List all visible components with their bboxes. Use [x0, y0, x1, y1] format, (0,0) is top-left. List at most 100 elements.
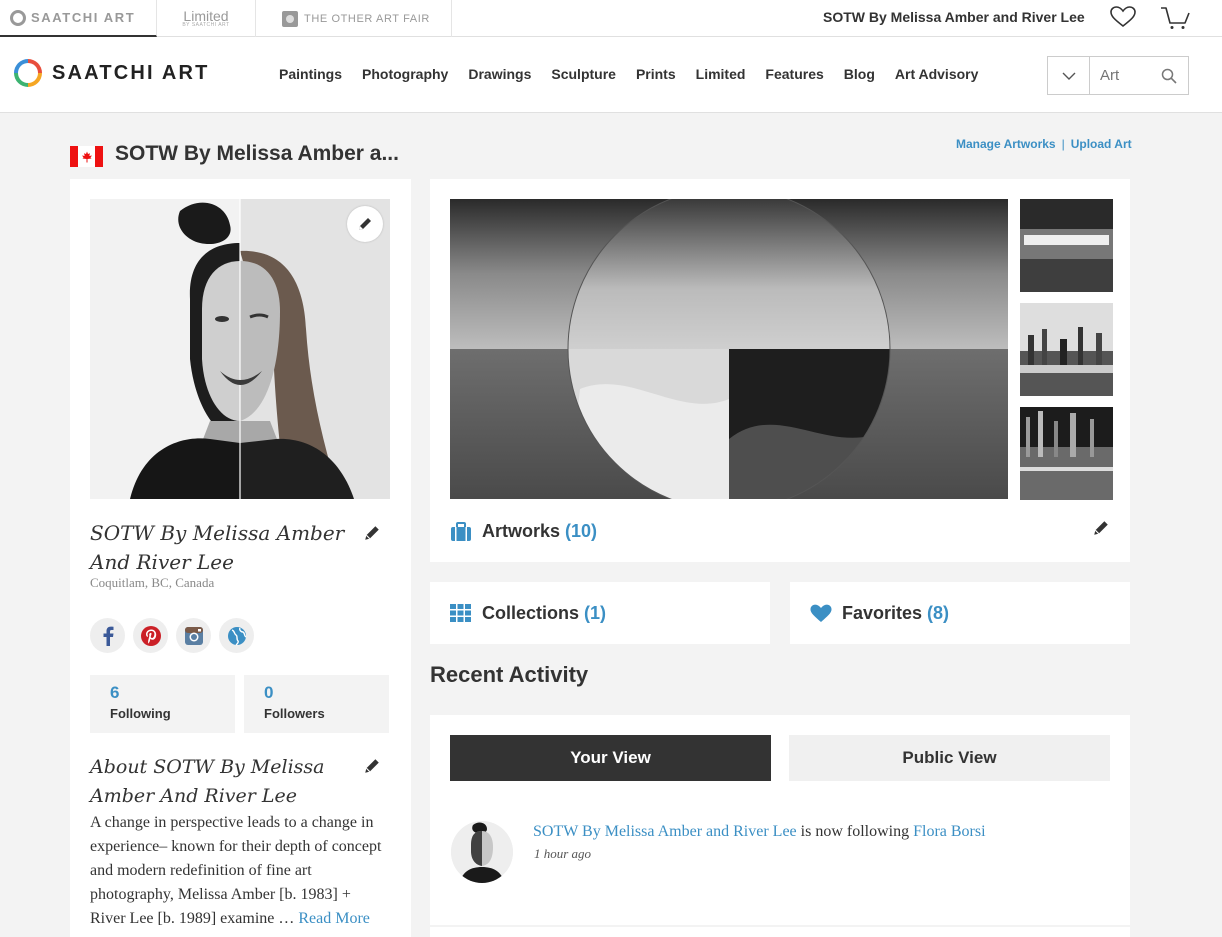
artwork-thumbnail[interactable] — [1020, 199, 1113, 292]
account-name-link[interactable]: SOTW By Melissa Amber and River Lee — [823, 9, 1085, 25]
artwork-thumbnail[interactable] — [1020, 303, 1113, 396]
limited-tab[interactable]: Limited BY SAATCHI ART — [157, 0, 256, 37]
facebook-icon — [103, 626, 113, 646]
nav-link-features[interactable]: Features — [765, 66, 823, 82]
search-input[interactable] — [1090, 57, 1150, 94]
artist-bio: A change in perspective leads to a chang… — [90, 811, 390, 931]
limited-tab-sub: BY SAATCHI ART — [182, 22, 230, 28]
profile-card: SOTW By Melissa Amber And River Lee Coqu… — [70, 179, 411, 937]
cart-icon[interactable] — [1160, 6, 1190, 30]
pinterest-icon — [140, 625, 161, 646]
instagram-icon — [184, 626, 203, 645]
other-art-fair-icon — [282, 10, 298, 27]
link-divider: | — [1061, 137, 1065, 151]
edit-photo-button[interactable] — [347, 206, 383, 242]
upload-art-link[interactable]: Upload Art — [1071, 137, 1132, 151]
following-label: Following — [110, 706, 171, 721]
featured-artwork-image — [450, 199, 1008, 499]
saatchi-art-logo[interactable]: SAATCHI ART — [14, 59, 210, 87]
search-icon — [1161, 68, 1177, 84]
page-title: SOTW By Melissa Amber a... — [115, 142, 399, 165]
nav-link-blog[interactable]: Blog — [844, 66, 875, 82]
category-links: Paintings Photography Drawings Sculpture… — [279, 66, 978, 82]
logo-text: SAATCHI ART — [52, 61, 210, 84]
social-links — [90, 618, 254, 653]
nav-link-drawings[interactable]: Drawings — [468, 66, 531, 82]
website-link[interactable] — [219, 618, 254, 653]
pencil-icon — [359, 218, 371, 230]
following-stat[interactable]: 6 Following — [90, 675, 235, 733]
activity-target-link[interactable]: Flora Borsi — [913, 823, 985, 840]
recent-activity-heading: Recent Activity — [430, 662, 589, 687]
next-activity-card — [430, 927, 1130, 937]
thumbnail-image — [1020, 407, 1113, 500]
edit-name-pencil-icon[interactable] — [363, 524, 381, 542]
avatar-image — [451, 821, 513, 883]
nav-link-sculpture[interactable]: Sculpture — [551, 66, 616, 82]
search-bar — [1047, 56, 1189, 95]
other-art-fair-label: THE OTHER ART FAIR — [304, 12, 430, 25]
favorites-heart-icon[interactable] — [1110, 6, 1136, 28]
facebook-link[interactable] — [90, 618, 125, 653]
limited-tab-label: Limited BY SAATCHI ART — [182, 9, 229, 28]
thumbnail-image — [1020, 199, 1113, 292]
nav-link-photography[interactable]: Photography — [362, 66, 448, 82]
following-count: 6 — [110, 683, 120, 702]
profile-photo — [90, 199, 390, 499]
pinterest-link[interactable] — [133, 618, 168, 653]
canada-flag-icon — [70, 146, 103, 167]
read-more-link[interactable]: Read More — [298, 910, 370, 927]
grid-icon — [450, 604, 471, 622]
followers-label: Followers — [264, 706, 325, 721]
other-art-fair-tab[interactable]: THE OTHER ART FAIR — [256, 0, 452, 37]
edit-about-pencil-icon[interactable] — [363, 757, 381, 775]
saatchi-art-tab-label: SAATCHI ART — [31, 10, 136, 25]
artworks-link[interactable]: Artworks (10) — [450, 521, 597, 542]
heart-icon — [810, 604, 832, 622]
briefcase-icon — [451, 521, 471, 541]
artist-location: Coquitlam, BC, Canada — [90, 575, 215, 590]
nav-link-paintings[interactable]: Paintings — [279, 66, 342, 82]
about-heading: About SOTW By Melissa Amber And River Le… — [90, 756, 325, 807]
logo-ring-icon — [14, 59, 42, 87]
chevron-down-icon — [1062, 72, 1075, 80]
globe-icon — [227, 626, 246, 645]
nav-link-prints[interactable]: Prints — [636, 66, 676, 82]
activity-verb: is now following — [800, 823, 910, 840]
artist-name: SOTW By Melissa Amber And River Lee — [90, 521, 345, 574]
your-view-button[interactable]: Your View — [450, 735, 771, 781]
saatchi-art-tab[interactable]: SAATCHI ART — [0, 0, 157, 37]
activity-timestamp: 1 hour ago — [534, 846, 592, 861]
favorites-count: (8) — [927, 602, 950, 623]
activity-panel: Your View Public View SOTW By Melissa Am… — [430, 715, 1130, 925]
instagram-link[interactable] — [176, 618, 211, 653]
saatchi-ring-icon — [10, 9, 26, 26]
avatar[interactable] — [451, 821, 513, 883]
followers-stat[interactable]: 0 Followers — [244, 675, 389, 733]
top-brand-bar: SAATCHI ART Limited BY SAATCHI ART THE OT… — [0, 0, 1222, 37]
artwork-thumbnail[interactable] — [1020, 407, 1113, 500]
thumbnail-image — [1020, 303, 1113, 396]
collections-count: (1) — [584, 602, 607, 623]
favorites-card[interactable]: Favorites (8) — [790, 582, 1130, 644]
artworks-count: (10) — [565, 521, 598, 541]
nav-link-limited[interactable]: Limited — [696, 66, 746, 82]
favorites-label: Favorites — [842, 602, 923, 623]
activity-text: SOTW By Melissa Amber and River Lee is n… — [533, 823, 986, 841]
artist-actions: Manage Artworks | Upload Art — [956, 137, 1132, 151]
featured-artwork[interactable] — [450, 199, 1008, 499]
main-navigation: SAATCHI ART Paintings Photography Drawin… — [0, 37, 1222, 113]
artworks-card: Artworks (10) — [430, 179, 1130, 562]
public-view-button[interactable]: Public View — [789, 735, 1110, 781]
search-category-dropdown[interactable] — [1048, 57, 1090, 94]
artworks-label: Artworks — [482, 521, 561, 541]
collections-card[interactable]: Collections (1) — [430, 582, 770, 644]
activity-actor-link[interactable]: SOTW By Melissa Amber and River Lee — [533, 823, 797, 840]
portrait-illustration — [90, 199, 390, 499]
edit-artworks-pencil-icon[interactable] — [1092, 519, 1110, 537]
collections-label: Collections — [482, 602, 580, 623]
manage-artworks-link[interactable]: Manage Artworks — [956, 137, 1056, 151]
search-button[interactable] — [1150, 57, 1188, 94]
nav-link-art-advisory[interactable]: Art Advisory — [895, 66, 979, 82]
followers-count: 0 — [264, 683, 274, 702]
